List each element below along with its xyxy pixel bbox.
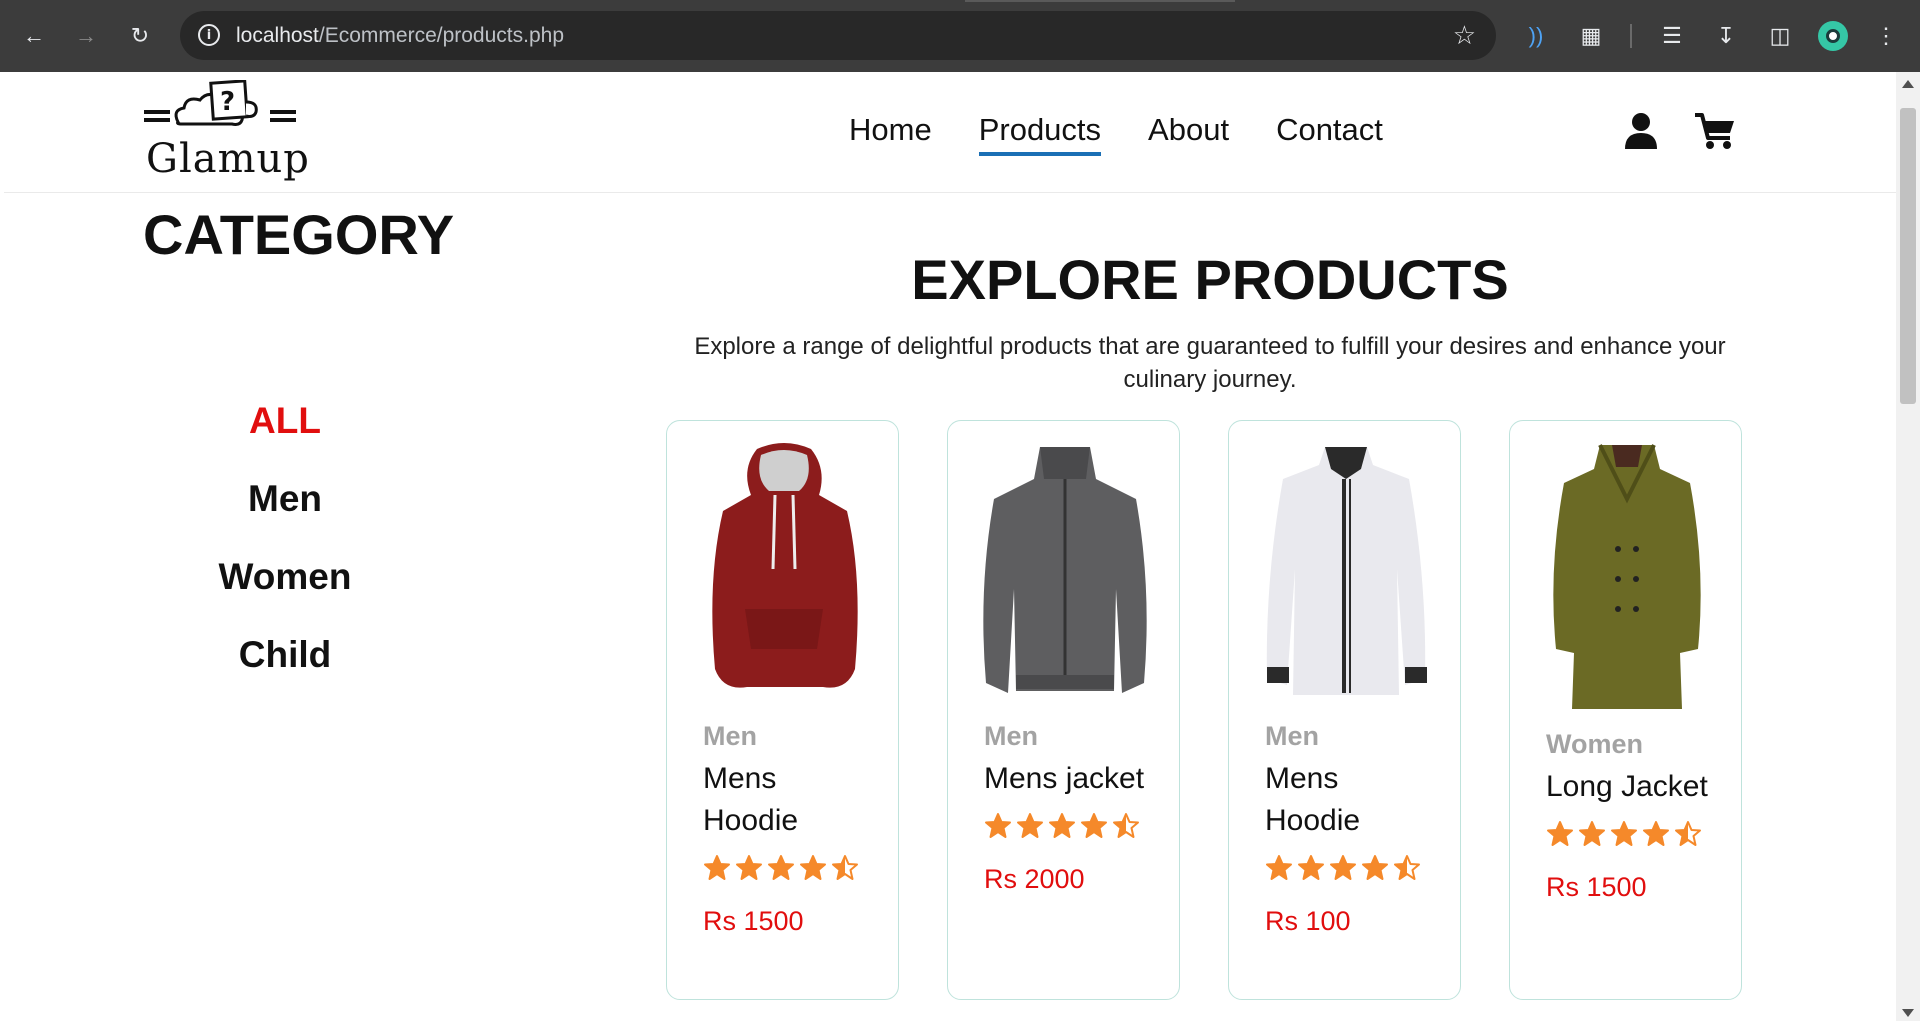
page-scrollbar[interactable]	[1896, 72, 1920, 1021]
star-full-icon	[1266, 855, 1292, 880]
browser-toolbar: ← → ↻ i localhost/Ecommerce/products.php…	[0, 0, 1920, 72]
star-full-icon	[704, 855, 730, 880]
product-name[interactable]: Long Jacket	[1546, 766, 1716, 808]
product-name[interactable]: Mens Hoodie	[1265, 758, 1435, 842]
star-full-icon	[1049, 813, 1075, 838]
star-full-icon	[1611, 821, 1637, 846]
star-full-icon	[1579, 821, 1605, 846]
explore-description: Explore a range of delightful products t…	[694, 333, 1726, 393]
star-full-icon	[1081, 813, 1107, 838]
white-shirt-image[interactable]	[1249, 439, 1444, 709]
bookmark-star-icon[interactable]: ☆	[1453, 20, 1476, 51]
product-info: Women Long Jacket Rs 1500	[1546, 729, 1716, 903]
grey-jacket-image[interactable]	[968, 439, 1163, 709]
media-queue-icon[interactable]: ☰	[1656, 20, 1688, 52]
nav-contact[interactable]: Contact	[1276, 112, 1383, 156]
site-info-icon[interactable]: i	[198, 24, 220, 46]
category-item-all[interactable]: ALL	[150, 382, 420, 460]
product-card[interactable]: Men Mens Hoodie Rs 1500	[666, 420, 899, 1000]
cart-icon[interactable]	[1694, 112, 1736, 150]
logo[interactable]: ? Glamup	[142, 79, 309, 190]
star-full-icon	[1017, 813, 1043, 838]
product-name[interactable]: Mens jacket	[984, 758, 1154, 800]
product-price: Rs 1500	[1546, 872, 1647, 902]
logo-text: Glamup	[146, 136, 310, 182]
product-card[interactable]: Men Mens Hoodie Rs 100	[1228, 420, 1461, 1000]
product-price: Rs 1500	[703, 906, 804, 936]
nav-home[interactable]: Home	[849, 112, 932, 156]
star-full-icon	[1330, 855, 1356, 880]
menu-kebab-icon[interactable]: ⋮	[1870, 20, 1902, 52]
product-card[interactable]: Women Long Jacket Rs 1500	[1509, 420, 1742, 1000]
url-text[interactable]: localhost/Ecommerce/products.php	[236, 24, 564, 48]
category-item-men[interactable]: Men	[150, 460, 420, 538]
read-aloud-icon[interactable]: ))	[1520, 20, 1552, 52]
star-full-icon	[1547, 821, 1573, 846]
category-title: CATEGORY	[143, 203, 455, 266]
product-info: Men Mens Hoodie Rs 100	[1265, 721, 1435, 937]
rating-stars	[984, 812, 1154, 840]
star-full-icon	[800, 855, 826, 880]
toolbar-separator	[1630, 24, 1632, 48]
scrollbar-thumb[interactable]	[1900, 108, 1916, 404]
logo-cloud-icon: ?	[144, 79, 296, 126]
star-full-icon	[736, 855, 762, 880]
product-name[interactable]: Mens Hoodie	[703, 758, 873, 842]
product-category: Men	[1265, 721, 1319, 751]
product-info: Men Mens jacket Rs 2000	[984, 721, 1154, 895]
url-path: /Ecommerce/products.php	[318, 24, 564, 47]
star-half-icon	[1394, 855, 1420, 880]
extensions-icon[interactable]: ▦	[1575, 20, 1607, 52]
rating-stars	[703, 854, 873, 882]
category-item-child[interactable]: Child	[150, 616, 420, 694]
nav-about[interactable]: About	[1148, 112, 1229, 156]
product-price: Rs 2000	[984, 864, 1085, 894]
star-full-icon	[1298, 855, 1324, 880]
rating-stars	[1265, 854, 1435, 882]
address-bar[interactable]: i localhost/Ecommerce/products.php ☆	[180, 11, 1496, 60]
tab-indicator	[965, 0, 1235, 2]
back-icon[interactable]: ←	[16, 18, 52, 54]
user-icon[interactable]	[1624, 112, 1658, 150]
reload-icon[interactable]: ↻	[122, 18, 158, 54]
side-panel-icon[interactable]: ◫	[1764, 20, 1796, 52]
site-header: ? Glamup Home Products About Contact	[4, 72, 1896, 193]
star-half-icon	[1113, 813, 1139, 838]
category-list: ALL Men Women Child	[150, 382, 420, 694]
nav-products[interactable]: Products	[978, 112, 1102, 156]
explore-title: EXPLORE PRODUCTS	[911, 248, 1509, 311]
url-host: localhost	[236, 24, 319, 47]
product-card[interactable]: Men Mens jacket Rs 2000	[947, 420, 1180, 1000]
main-nav: Home Products About Contact	[849, 112, 1430, 156]
star-full-icon	[1643, 821, 1669, 846]
red-hoodie-image[interactable]	[687, 439, 882, 709]
product-category: Men	[703, 721, 757, 751]
product-category: Men	[984, 721, 1038, 751]
star-full-icon	[1362, 855, 1388, 880]
product-price: Rs 100	[1265, 906, 1351, 936]
rating-stars	[1546, 820, 1716, 848]
star-full-icon	[985, 813, 1011, 838]
scroll-up-arrow-icon[interactable]	[1902, 80, 1914, 88]
category-item-women[interactable]: Women	[150, 538, 420, 616]
scroll-down-arrow-icon[interactable]	[1902, 1009, 1914, 1017]
star-half-icon	[1675, 821, 1701, 846]
page-content: ? Glamup Home Products About Contact CAT…	[0, 72, 1896, 1021]
product-info: Men Mens Hoodie Rs 1500	[703, 721, 873, 937]
profile-avatar-icon[interactable]	[1818, 21, 1848, 51]
product-grid: Men Mens Hoodie Rs 1500 Men Mens jacket …	[666, 420, 1742, 1000]
svg-text:?: ?	[220, 87, 235, 117]
download-icon[interactable]: ↧	[1710, 20, 1742, 52]
product-category: Women	[1546, 729, 1644, 759]
olive-coat-image[interactable]	[1530, 439, 1725, 709]
star-full-icon	[768, 855, 794, 880]
forward-icon[interactable]: →	[68, 18, 104, 54]
star-half-icon	[832, 855, 858, 880]
